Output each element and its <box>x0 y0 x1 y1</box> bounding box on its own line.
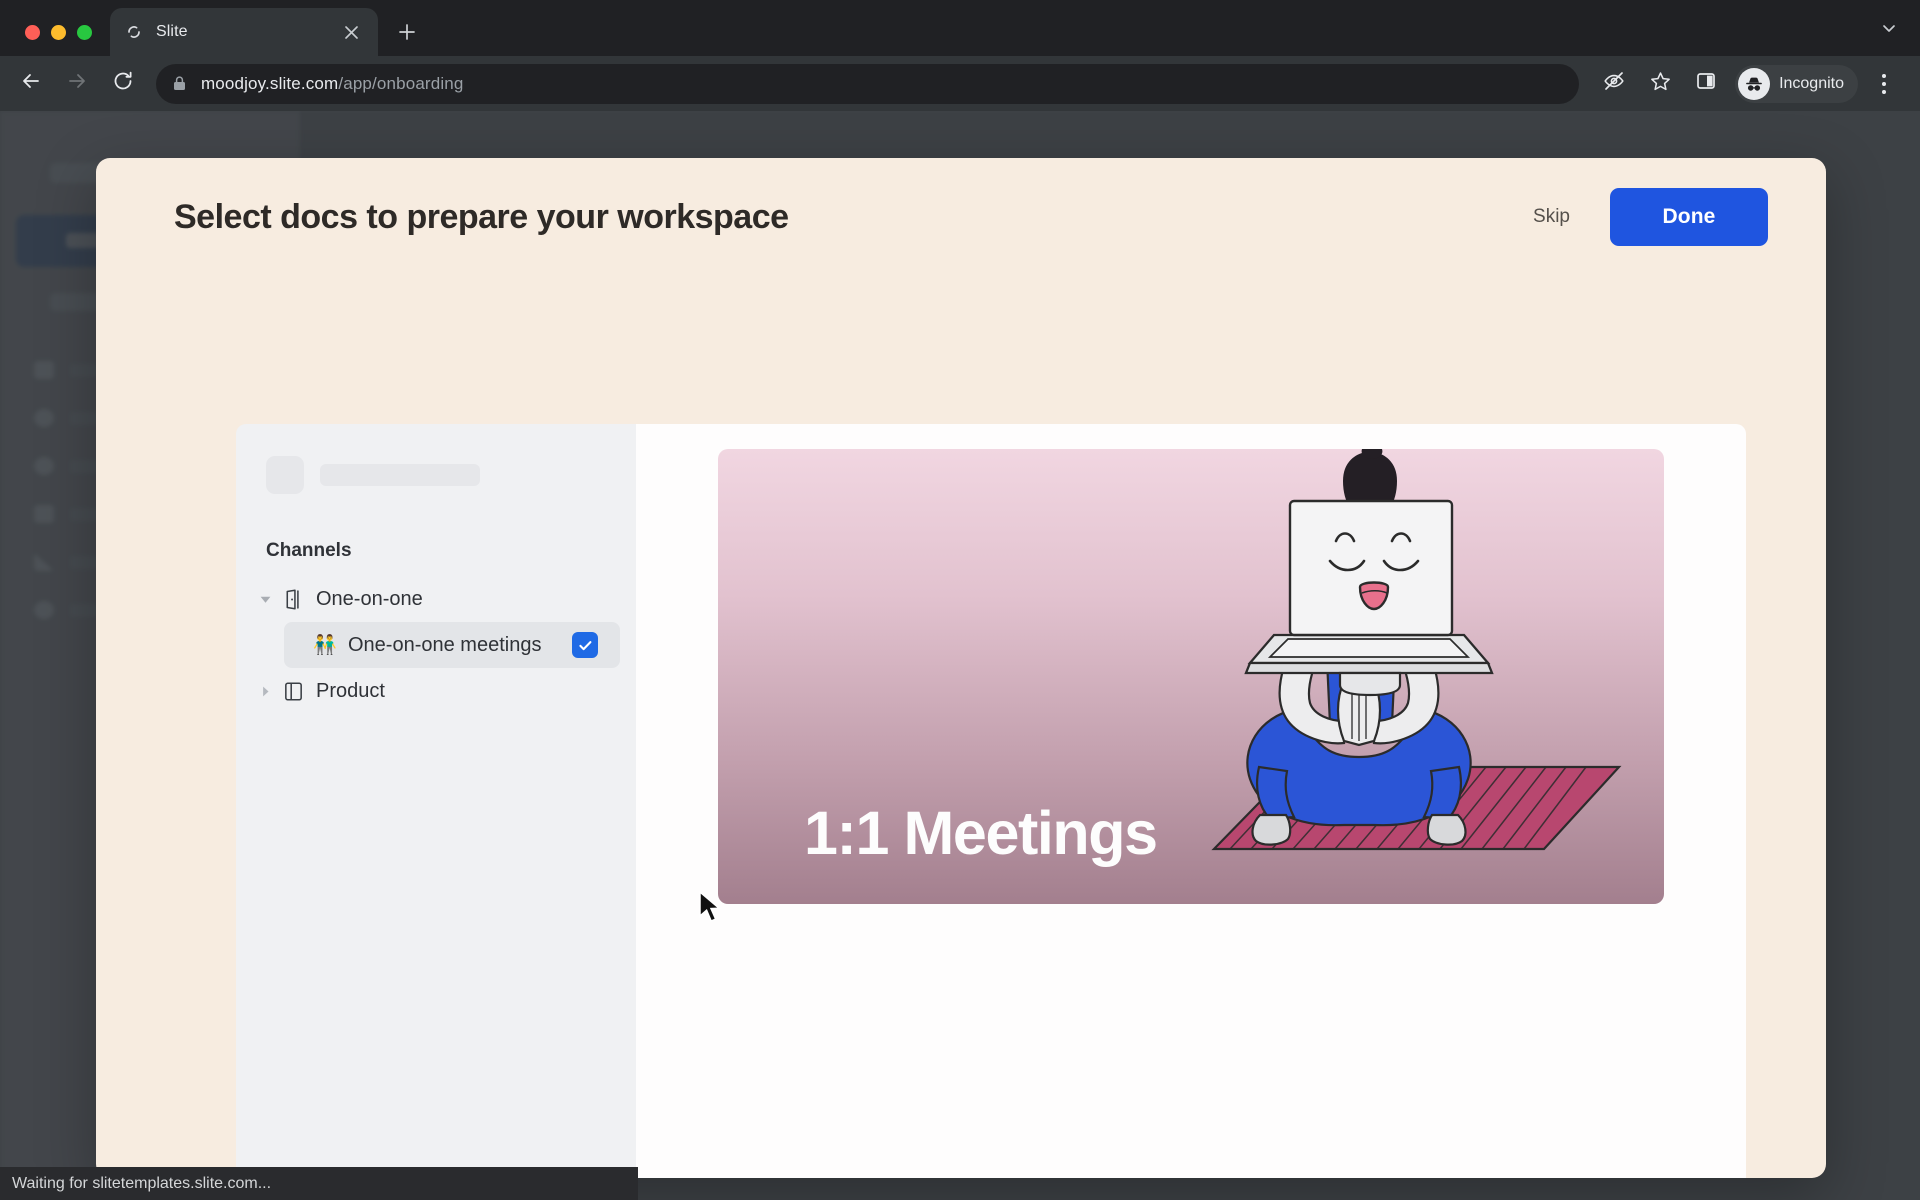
address-bar[interactable]: moodjoy.slite.com/app/onboarding <box>156 63 1580 104</box>
forward-button[interactable] <box>56 63 98 105</box>
slite-loading-spinner-icon <box>124 22 144 42</box>
hero-banner: 1:1 Meetings <box>718 449 1664 904</box>
page-viewport: Select docs to prepare your workspace Sk… <box>0 111 1920 1200</box>
workspace-skeleton <box>236 452 636 498</box>
bookmark-button[interactable] <box>1639 63 1681 105</box>
channel-book-icon <box>278 680 308 703</box>
status-bar: Waiting for slitetemplates.slite.com... <box>0 1167 638 1200</box>
tab-strip: Slite <box>0 0 1920 56</box>
document-preview: 1:1 Meetings 👬 Prepare and log your one-… <box>636 424 1746 1178</box>
sidebar-item-product[interactable]: Product <box>252 668 620 714</box>
onboarding-modal: Select docs to prepare your workspace Sk… <box>96 158 1826 1178</box>
close-icon[interactable] <box>338 19 364 45</box>
modal-actions: Skip Done <box>1523 188 1768 246</box>
arrow-left-icon <box>20 70 42 97</box>
workspace-name-skeleton <box>320 464 480 486</box>
reload-icon <box>112 70 134 97</box>
two-people-emoji-icon: 👬 <box>310 636 340 655</box>
url-host: moodjoy.slite.com <box>201 73 339 93</box>
browser-window: Slite moodjoy.slite.com/app/onboarding I… <box>0 0 1920 1200</box>
browser-toolbar: moodjoy.slite.com/app/onboarding Incogni… <box>0 56 1920 111</box>
profile-label: Incognito <box>1779 74 1844 92</box>
avatar <box>266 456 304 494</box>
channel-door-icon <box>278 588 308 611</box>
sidebar-item-label: One-on-one <box>316 587 423 610</box>
two-people-emoji: 👬 <box>313 634 337 656</box>
caret-down-icon[interactable] <box>252 593 278 606</box>
mouse-pointer <box>699 891 721 923</box>
caret-right-icon[interactable] <box>252 685 278 698</box>
tab-title: Slite <box>156 23 188 40</box>
modal-body: Channels One-on-one 👬 One-on-one meeting… <box>236 424 1746 1178</box>
skip-button[interactable]: Skip <box>1523 198 1580 236</box>
close-window-button[interactable] <box>25 25 40 40</box>
sidebar-item-one-on-one[interactable]: One-on-one <box>252 576 620 622</box>
sidebar-item-label: One-on-one meetings <box>348 633 542 656</box>
eye-slash-icon <box>1602 69 1626 98</box>
side-panel-icon <box>1695 70 1717 97</box>
page-title: Select docs to prepare your workspace <box>174 197 789 236</box>
new-tab-button[interactable] <box>388 13 426 51</box>
modal-header: Select docs to prepare your workspace Sk… <box>96 158 1826 276</box>
side-panel-button[interactable] <box>1685 63 1727 105</box>
sidebar-item-label: Product <box>316 679 385 702</box>
sidebar-item-one-on-one-meetings[interactable]: 👬 One-on-one meetings <box>284 622 620 668</box>
done-button[interactable]: Done <box>1610 188 1768 246</box>
profile-button[interactable]: Incognito <box>1735 64 1858 103</box>
minimize-window-button[interactable] <box>51 25 66 40</box>
checkbox-checked <box>572 632 598 658</box>
url-path: /app/onboarding <box>338 73 464 93</box>
chevron-down-icon <box>1880 19 1898 42</box>
reload-button[interactable] <box>102 63 144 105</box>
tab-list-chevron[interactable] <box>1880 19 1920 56</box>
arrow-right-icon <box>66 70 88 97</box>
star-icon <box>1649 70 1672 98</box>
kebab-menu-icon[interactable] <box>1864 64 1904 104</box>
lock-icon <box>172 75 187 92</box>
incognito-icon <box>1738 67 1771 100</box>
doc-checkbox[interactable] <box>572 632 598 658</box>
channel-tree-panel: Channels One-on-one 👬 One-on-one meeting… <box>236 424 636 1178</box>
tree-section-label: Channels <box>266 540 352 561</box>
tracking-protection-button[interactable] <box>1593 63 1635 105</box>
url-text: moodjoy.slite.com/app/onboarding <box>201 74 463 94</box>
status-text: Waiting for slitetemplates.slite.com... <box>12 1174 272 1192</box>
window-controls <box>0 25 110 56</box>
browser-tab[interactable]: Slite <box>110 8 378 56</box>
back-button[interactable] <box>10 63 52 105</box>
maximize-window-button[interactable] <box>77 25 92 40</box>
hero-title: 1:1 Meetings <box>804 799 1158 867</box>
